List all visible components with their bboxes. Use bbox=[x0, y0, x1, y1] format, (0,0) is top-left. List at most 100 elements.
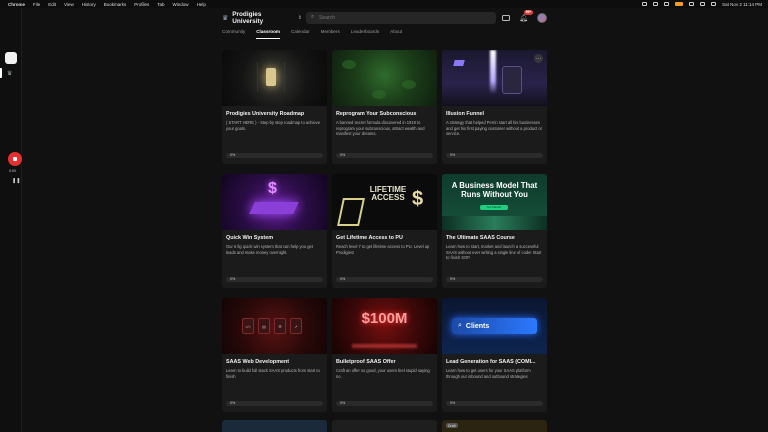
active-indicator bbox=[0, 68, 2, 78]
left-rail: ♛ 0:00 ❚❚ bbox=[0, 8, 22, 432]
progress-label: 0% bbox=[340, 153, 346, 158]
avatar[interactable] bbox=[537, 12, 547, 23]
thumbnail-button: Get Started bbox=[480, 205, 508, 210]
cursor-icon: ➚ bbox=[290, 318, 302, 334]
course-thumbnail: LIFETIME ACCESS $ bbox=[332, 174, 437, 230]
thumbnail-art bbox=[402, 80, 416, 89]
status-app-icon[interactable] bbox=[642, 2, 648, 6]
course-description: A banned secret formula discovered in 19… bbox=[336, 120, 425, 137]
course-title: Prodigies University Roadmap bbox=[226, 111, 305, 117]
course-card-peek[interactable] bbox=[332, 420, 437, 432]
course-card[interactable]: LIFETIME ACCESS $ Get Lifetime Access to… bbox=[332, 174, 437, 288]
community-logo-icon[interactable] bbox=[5, 52, 17, 64]
tab-leaderboards[interactable]: Leaderboards bbox=[351, 27, 379, 39]
thumbnail-art bbox=[352, 344, 417, 348]
course-card[interactable]: $ Quick Win System Our 6 fig quick win s… bbox=[222, 174, 327, 288]
course-description: ( START HERE ) - Step by step roadmap to… bbox=[226, 120, 320, 131]
thumbnail-art bbox=[266, 68, 276, 86]
draft-badge: Draft bbox=[446, 423, 458, 428]
wifi-icon[interactable] bbox=[700, 2, 706, 6]
course-card[interactable]: ··· Illusion Funnel A strategy that help… bbox=[442, 50, 547, 164]
menu-view[interactable]: View bbox=[64, 2, 74, 7]
switch-arrows-icon: ⇕ bbox=[297, 14, 302, 21]
record-timer: 0:00 bbox=[9, 169, 16, 173]
tab-community[interactable]: Community bbox=[222, 27, 245, 39]
course-card[interactable]: A Business Model That Runs Without You G… bbox=[442, 174, 547, 288]
status-app-icon[interactable] bbox=[675, 2, 684, 6]
course-thumbnail: $ bbox=[222, 174, 327, 230]
course-progress-bar: 0% bbox=[226, 277, 323, 282]
course-progress-bar: 0% bbox=[226, 401, 323, 406]
thumbnail-art: ⌕ Clients bbox=[452, 318, 537, 334]
control-center-icon[interactable] bbox=[711, 2, 717, 6]
course-card-peek[interactable] bbox=[222, 420, 327, 432]
course-card[interactable]: Reprogram Your Subconscious A banned sec… bbox=[332, 50, 437, 164]
thumbnail-art bbox=[453, 60, 465, 66]
thumbnail-text: LIFETIME ACCESS bbox=[369, 185, 407, 202]
tab-about[interactable]: About bbox=[390, 27, 402, 39]
dollar-icon: $ bbox=[412, 188, 424, 210]
course-thumbnail bbox=[442, 50, 547, 106]
search-bar[interactable]: ⌕ bbox=[306, 11, 496, 24]
crown-icon[interactable]: ♛ bbox=[7, 70, 12, 77]
menu-bookmarks[interactable]: Bookmarks bbox=[104, 2, 127, 7]
course-progress-bar: 0% bbox=[336, 277, 433, 282]
course-card[interactable]: $100M Bulletproof SAAS Offer Craft an of… bbox=[332, 298, 437, 412]
thumbnail-text: Clients bbox=[465, 322, 490, 330]
course-description: Learn how to get users for your SAAS pla… bbox=[446, 368, 531, 379]
menu-clock[interactable]: Sat Nov 2 11:14 PM bbox=[722, 2, 762, 7]
course-card[interactable]: </> ▤ ⚙ ➚ SAAS Web Development Learn to … bbox=[222, 298, 327, 412]
thumbnail-art bbox=[442, 216, 547, 230]
menu-help[interactable]: Help bbox=[197, 2, 206, 7]
chat-icon[interactable] bbox=[502, 14, 511, 21]
menu-history[interactable]: History bbox=[82, 2, 96, 7]
menu-tab[interactable]: Tab bbox=[157, 2, 164, 7]
menu-edit[interactable]: Edit bbox=[48, 2, 56, 7]
course-description: Craft an offer so good, your users feel … bbox=[336, 368, 430, 379]
thumbnail-art bbox=[342, 60, 356, 69]
code-icon: </> bbox=[242, 318, 254, 334]
course-progress-bar: 0% bbox=[336, 401, 433, 406]
course-card-peek[interactable]: Draft bbox=[442, 420, 547, 432]
course-thumbnail bbox=[222, 50, 327, 106]
search-input[interactable] bbox=[319, 14, 480, 21]
progress-label: 0% bbox=[230, 153, 236, 158]
thumbnail-art bbox=[249, 202, 299, 214]
course-title: Get Lifetime Access to PU bbox=[336, 235, 403, 241]
menu-window[interactable]: Window bbox=[173, 2, 189, 7]
more-options-button[interactable]: ··· bbox=[534, 54, 543, 63]
database-icon: ▤ bbox=[258, 318, 270, 334]
community-switcher[interactable]: ♛ Prodigies University ⇕ bbox=[222, 11, 302, 25]
tab-calendar[interactable]: Calendar bbox=[291, 27, 310, 39]
course-thumbnail: $100M bbox=[332, 298, 437, 354]
course-card[interactable]: ⌕ Clients Lead Generation for SAAS (COMI… bbox=[442, 298, 547, 412]
course-progress-bar: 0% bbox=[446, 153, 543, 158]
tab-classroom[interactable]: Classroom bbox=[256, 27, 280, 39]
crown-icon: ♛ bbox=[222, 14, 229, 22]
menu-profiles[interactable]: Profiles bbox=[134, 2, 149, 7]
progress-label: 0% bbox=[450, 277, 456, 282]
menu-app-name[interactable]: Chrome bbox=[8, 2, 25, 7]
course-description: Our 6 fig quick win system that can help… bbox=[226, 244, 313, 255]
status-app-icon[interactable] bbox=[689, 2, 695, 6]
status-app-icon[interactable] bbox=[653, 2, 659, 6]
course-title: Bulletproof SAAS Offer bbox=[336, 359, 396, 365]
progress-label: 0% bbox=[340, 277, 346, 282]
course-title: Quick Win System bbox=[226, 235, 273, 241]
course-card[interactable]: Prodigies University Roadmap ( START HER… bbox=[222, 50, 327, 164]
course-thumbnail: A Business Model That Runs Without You G… bbox=[442, 174, 547, 230]
progress-label: 0% bbox=[450, 153, 456, 158]
status-app-icon[interactable] bbox=[664, 2, 670, 6]
course-description: Reach level 7 to get lifetime access to … bbox=[336, 244, 430, 255]
course-description: Learn to build full stack SAAS products … bbox=[226, 368, 320, 379]
tab-members[interactable]: Members bbox=[321, 27, 340, 39]
course-description: Learn how to start, market and launch a … bbox=[446, 244, 542, 261]
search-icon: ⌕ bbox=[311, 14, 315, 20]
pause-icon[interactable]: ❚❚ bbox=[12, 178, 20, 184]
record-stop-button[interactable] bbox=[8, 152, 22, 166]
menu-file[interactable]: File bbox=[33, 2, 40, 7]
bell-icon[interactable]: 🔔︎ 99+ bbox=[519, 9, 534, 22]
progress-label: 0% bbox=[230, 401, 236, 406]
course-title: Lead Generation for SAAS (COMI... bbox=[446, 359, 536, 365]
course-title: Reprogram Your Subconscious bbox=[336, 111, 417, 117]
